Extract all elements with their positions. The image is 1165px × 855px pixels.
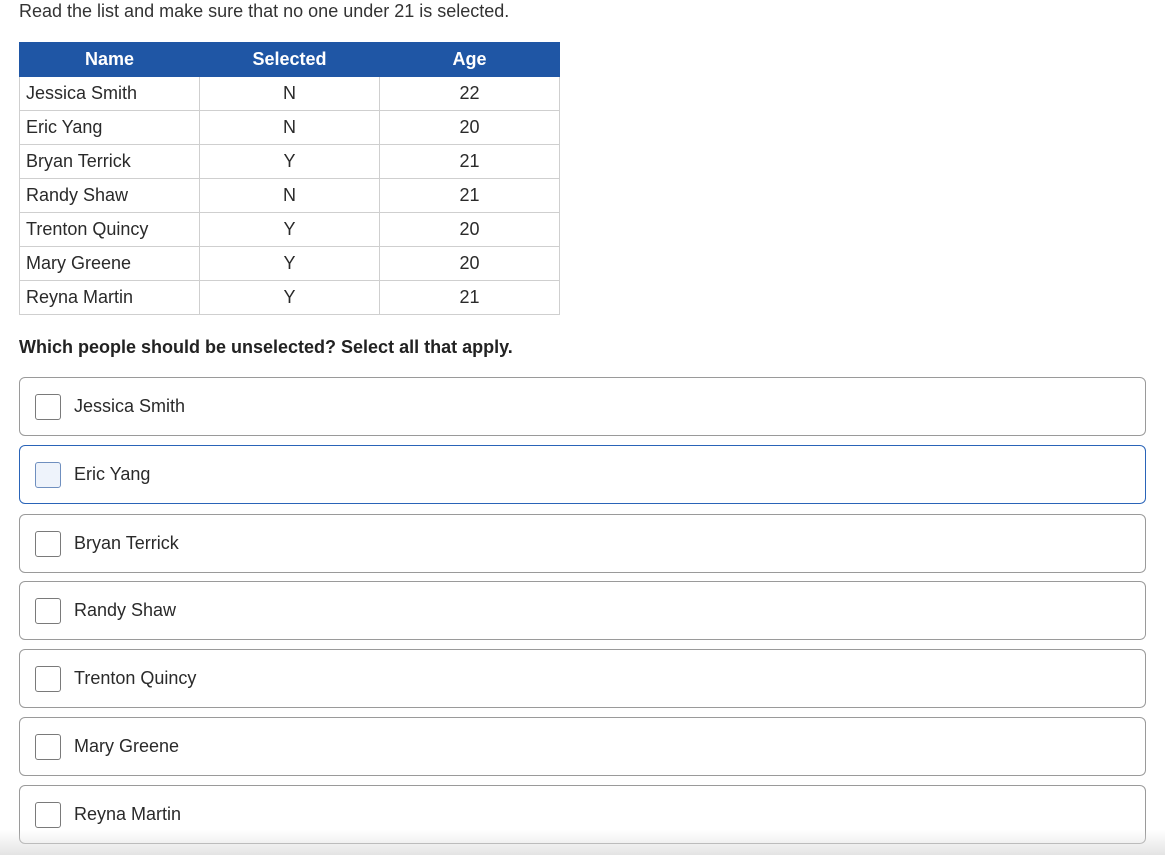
cell-selected: Y — [199, 280, 380, 315]
cell-age: 22 — [379, 76, 560, 111]
option-label: Randy Shaw — [74, 600, 177, 620]
cell-name: Randy Shaw — [19, 178, 200, 213]
cell-name: Trenton Quincy — [19, 212, 200, 247]
instruction-text: Read the list and make sure that no one … — [19, 1, 510, 21]
cell-age: 21 — [379, 178, 560, 213]
quiz-page: Read the list and make sure that no one … — [0, 0, 1165, 855]
table-row: Trenton Quincy Y 20 — [19, 212, 560, 247]
table-row: Bryan Terrick Y 21 — [19, 144, 560, 179]
option-trenton-quincy[interactable]: Trenton Quincy — [19, 649, 1146, 708]
option-eric-yang[interactable]: Eric Yang — [19, 445, 1146, 504]
option-label: Jessica Smith — [74, 396, 186, 416]
option-bryan-terrick[interactable]: Bryan Terrick — [19, 514, 1146, 573]
cell-selected: N — [199, 76, 380, 111]
header-name: Name — [19, 42, 200, 77]
checkbox[interactable] — [35, 393, 61, 420]
cell-name: Mary Greene — [19, 246, 200, 281]
cell-age: 20 — [379, 110, 560, 145]
option-label: Trenton Quincy — [74, 668, 197, 688]
option-reyna-martin[interactable]: Reyna Martin — [19, 785, 1146, 844]
cell-age: 21 — [379, 280, 560, 315]
table-row: Eric Yang N 20 — [19, 110, 560, 145]
header-selected: Selected — [199, 42, 380, 77]
option-label: Eric Yang — [74, 464, 151, 484]
checkbox[interactable] — [35, 665, 61, 692]
cell-name: Reyna Martin — [19, 280, 200, 315]
table-header-row: Name Selected Age — [19, 42, 560, 77]
checkbox[interactable] — [35, 461, 61, 488]
option-randy-shaw[interactable]: Randy Shaw — [19, 581, 1146, 640]
cell-age: 21 — [379, 144, 560, 179]
cell-age: 20 — [379, 246, 560, 281]
option-jessica-smith[interactable]: Jessica Smith — [19, 377, 1146, 436]
table-row: Randy Shaw N 21 — [19, 178, 560, 213]
cell-name: Jessica Smith — [19, 76, 200, 111]
option-label: Bryan Terrick — [74, 533, 179, 553]
cell-selected: Y — [199, 212, 380, 247]
cell-selected: Y — [199, 246, 380, 281]
cell-selected: N — [199, 110, 380, 145]
option-mary-greene[interactable]: Mary Greene — [19, 717, 1146, 776]
checkbox[interactable] — [35, 597, 61, 624]
table-row: Reyna Martin Y 21 — [19, 280, 560, 315]
checkbox[interactable] — [35, 801, 61, 828]
cell-selected: Y — [199, 144, 380, 179]
question-text: Which people should be unselected? Selec… — [19, 337, 513, 357]
table-row: Jessica Smith N 22 — [19, 76, 560, 111]
option-label: Reyna Martin — [74, 804, 182, 824]
people-table: Name Selected Age Jessica Smith N 22 Eri… — [19, 42, 560, 315]
cell-age: 20 — [379, 212, 560, 247]
cell-name: Bryan Terrick — [19, 144, 200, 179]
cell-name: Eric Yang — [19, 110, 200, 145]
option-label: Mary Greene — [74, 736, 180, 756]
table-row: Mary Greene Y 20 — [19, 246, 560, 281]
checkbox[interactable] — [35, 733, 61, 760]
header-age: Age — [379, 42, 560, 77]
cell-selected: N — [199, 178, 380, 213]
checkbox[interactable] — [35, 530, 61, 557]
